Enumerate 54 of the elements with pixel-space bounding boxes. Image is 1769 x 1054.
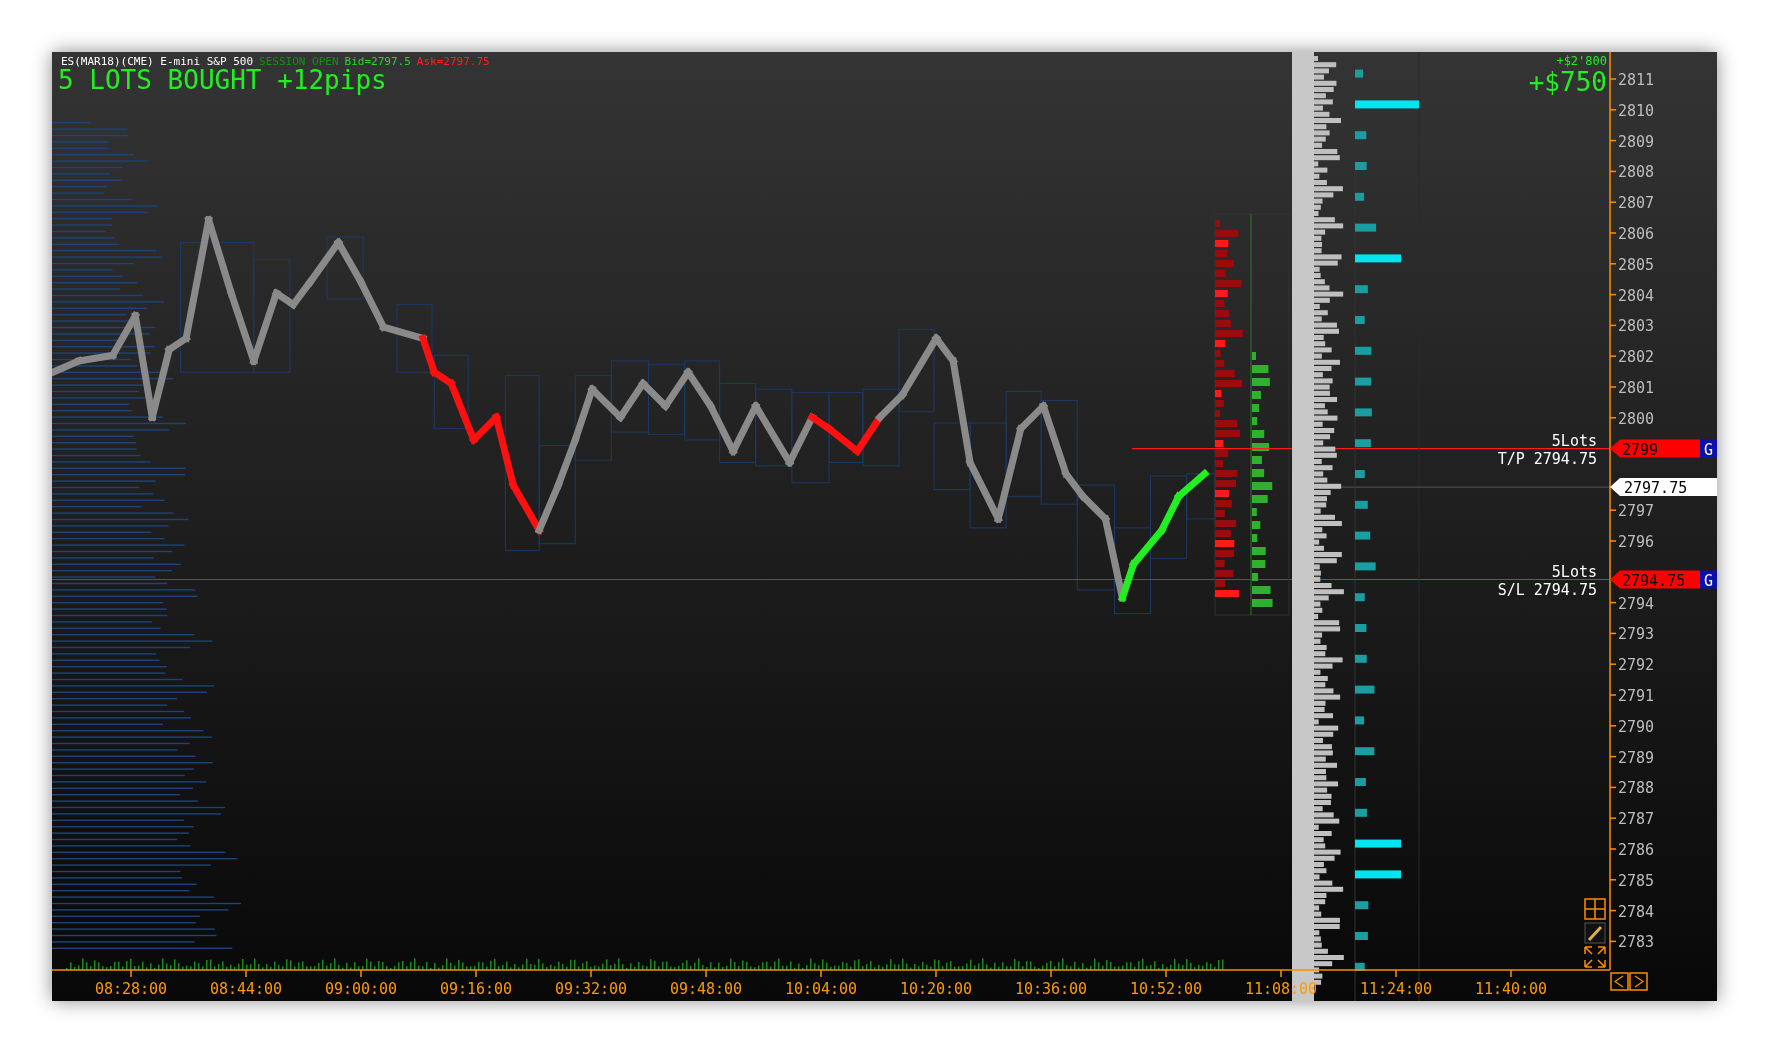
scroll-left-button[interactable]	[1610, 972, 1629, 991]
price-label: 2784	[1618, 902, 1655, 921]
price-label: 2790	[1618, 717, 1655, 736]
price-label: 2806	[1618, 225, 1655, 243]
last-price-tag: 2797.75	[1610, 478, 1717, 498]
time-label: 10:52:00	[1129, 980, 1203, 998]
grid-icon[interactable]	[1584, 898, 1606, 920]
price-label: 2789	[1618, 748, 1655, 767]
time-label: 10:36:00	[1014, 980, 1088, 998]
scroll-right-button[interactable]	[1629, 972, 1648, 991]
time-label: 09:32:00	[554, 980, 628, 998]
price-label: 2807	[1618, 194, 1655, 213]
price-label: 2808	[1618, 163, 1655, 182]
price-label: 2793	[1618, 625, 1655, 644]
price-label: 2809	[1618, 132, 1655, 151]
bid-price: Bid=2797.5	[344, 55, 411, 68]
price-label: 2811	[1618, 71, 1655, 89]
price-label: 2787	[1618, 810, 1655, 829]
time-label: 08:44:00	[209, 980, 283, 998]
order-lots: 5Lots	[1551, 562, 1597, 581]
price-label: 2797	[1618, 502, 1655, 521]
pencil-icon[interactable]	[1584, 922, 1606, 944]
price-label: 2801	[1618, 379, 1655, 397]
time-label: 11:40:00	[1474, 980, 1548, 998]
price-label: 2810	[1618, 101, 1655, 120]
price-label: 2783	[1618, 933, 1655, 952]
ask-price: Ask=2797.75	[416, 55, 490, 68]
time-label: 10:04:00	[784, 980, 858, 998]
fullscreen-icon[interactable]	[1584, 946, 1606, 968]
price-label: 2800	[1618, 409, 1655, 428]
price-label: 2785	[1618, 871, 1655, 890]
time-label: 09:48:00	[669, 980, 743, 998]
order-label: S/L 2794.75	[1497, 580, 1597, 599]
price-label: 2786	[1618, 841, 1655, 859]
instrument-name: ES(MAR18)(CME) E-mini S&P 500	[61, 55, 254, 68]
order-lots: 5Lots	[1551, 431, 1597, 450]
session-status: SESSION OPEN	[259, 55, 339, 68]
price-label: 2802	[1618, 348, 1655, 367]
open-profit: +$750	[1528, 67, 1607, 97]
price-label: 2796	[1618, 533, 1655, 551]
time-label: 09:16:00	[439, 980, 513, 998]
time-label: 11:24:00	[1359, 980, 1433, 998]
price-label: 2792	[1618, 656, 1655, 675]
order-label: T/P 2794.75	[1497, 449, 1597, 468]
price-label: 2803	[1618, 317, 1655, 336]
time-label: 08:28:00	[94, 980, 168, 998]
time-label: 09:00:00	[324, 980, 398, 998]
price-label: 2794	[1618, 594, 1655, 613]
price-label: 2805	[1618, 255, 1655, 274]
time-label: 10:20:00	[899, 980, 973, 998]
total-profit: +$2'800	[1556, 54, 1607, 68]
price-label: 2791	[1618, 687, 1655, 705]
price-label: 2804	[1618, 286, 1655, 305]
price-label: 2788	[1618, 779, 1655, 798]
